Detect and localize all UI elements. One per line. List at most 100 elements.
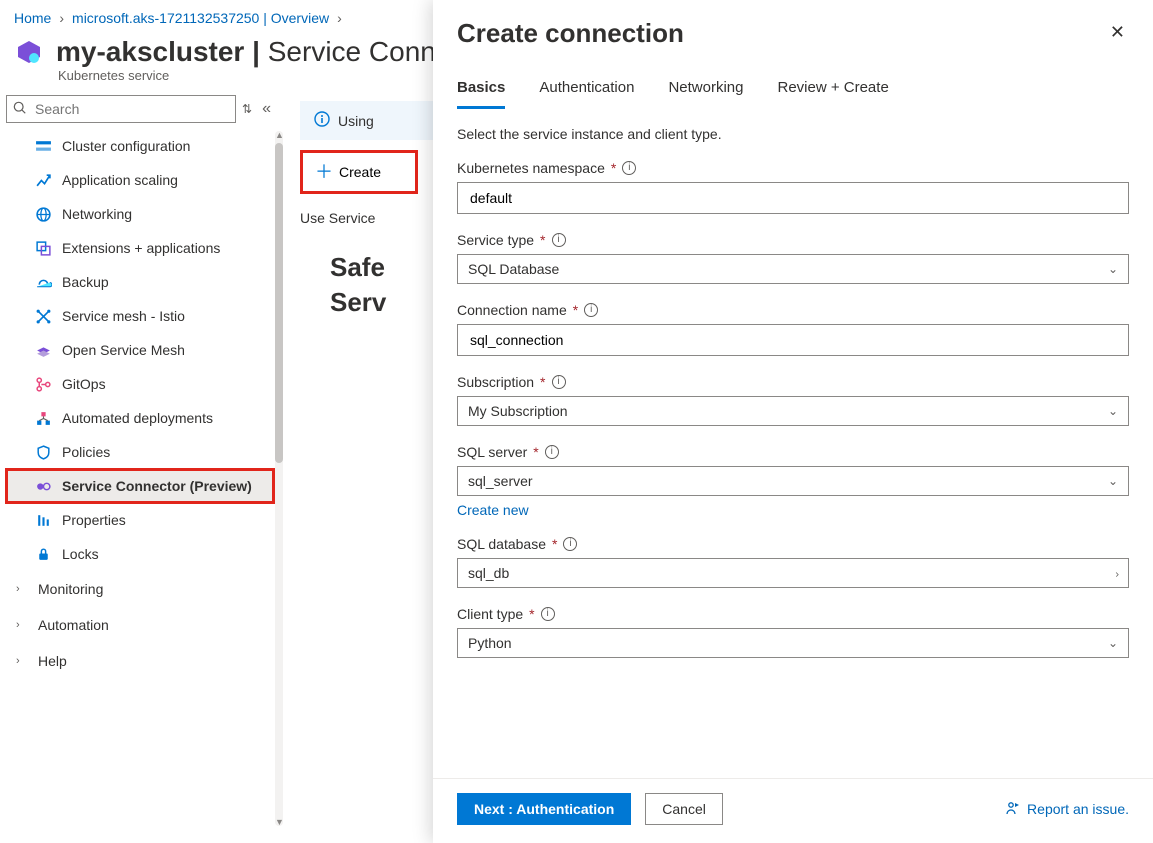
- label-kubernetes-namespace: Kubernetes namespace * i: [457, 160, 1129, 176]
- select-value: My Subscription: [468, 403, 568, 419]
- chevron-right-icon: ›: [59, 10, 64, 26]
- required-icon: *: [573, 302, 578, 318]
- sidebar-item-gitops[interactable]: GitOps: [6, 367, 274, 401]
- label-connection-name: Connection name * i: [457, 302, 1129, 318]
- field-sql-database: SQL database * i sql_db ⌟: [457, 536, 1129, 588]
- plus-icon: ＋: [315, 163, 333, 181]
- sidebar-section-automation[interactable]: › Automation: [6, 607, 274, 643]
- sidebar-item-label: Policies: [62, 444, 110, 461]
- next-authentication-button[interactable]: Next : Authentication: [457, 793, 631, 825]
- required-icon: *: [540, 374, 545, 390]
- select-sql-server[interactable]: sql_server ⌄: [457, 466, 1129, 496]
- sidebar-item-cluster-configuration[interactable]: Cluster configuration: [6, 129, 274, 163]
- info-icon[interactable]: i: [552, 233, 566, 247]
- chevron-right-icon: ›: [337, 10, 342, 26]
- collapse-sidebar-icon[interactable]: «: [258, 100, 275, 118]
- sidebar-item-networking[interactable]: Networking: [6, 197, 274, 231]
- sidebar-item-application-scaling[interactable]: Application scaling: [6, 163, 274, 197]
- sidebar-item-label: Service mesh - Istio: [62, 308, 185, 325]
- tab-authentication[interactable]: Authentication: [539, 71, 634, 109]
- create-new-sql-server-link[interactable]: Create new: [457, 502, 529, 518]
- create-button[interactable]: ＋ Create: [300, 150, 418, 194]
- sidebar-item-label: GitOps: [62, 376, 106, 393]
- chevron-right-icon: ›: [16, 619, 28, 631]
- sidebar-item-automated-deployments[interactable]: Automated deployments: [6, 401, 274, 435]
- sidebar-item-label: Locks: [62, 546, 99, 563]
- tab-review-create[interactable]: Review + Create: [777, 71, 888, 109]
- sidebar-item-backup[interactable]: Backup: [6, 265, 274, 299]
- sidebar-item-label: Application scaling: [62, 172, 178, 189]
- sidebar-item-label: Automated deployments: [62, 410, 213, 427]
- required-icon: *: [611, 160, 616, 176]
- report-issue-label: Report an issue.: [1027, 801, 1129, 817]
- info-icon[interactable]: i: [622, 161, 636, 175]
- cluster-config-icon: [34, 137, 52, 155]
- sidebar: ⇅ « Cluster configuration Application sc…: [0, 91, 280, 834]
- person-feedback-icon: [1005, 800, 1021, 819]
- sidebar-item-service-mesh-istio[interactable]: Service mesh - Istio: [6, 299, 274, 333]
- sidebar-section-help[interactable]: › Help: [6, 643, 274, 679]
- chevron-right-icon: ›: [16, 583, 28, 595]
- required-icon: *: [533, 444, 538, 460]
- field-kubernetes-namespace: Kubernetes namespace * i: [457, 160, 1129, 214]
- search-input[interactable]: [6, 95, 236, 123]
- sidebar-nav: Cluster configuration Application scalin…: [6, 129, 274, 571]
- chevron-down-icon: ⌄: [1108, 474, 1118, 488]
- sidebar-item-label: Open Service Mesh: [62, 342, 185, 359]
- label-client-type: Client type * i: [457, 606, 1129, 622]
- info-icon[interactable]: i: [563, 537, 577, 551]
- info-icon[interactable]: i: [552, 375, 566, 389]
- required-icon: *: [529, 606, 534, 622]
- chevron-down-icon: ⌄: [1108, 262, 1118, 276]
- required-icon: *: [540, 232, 545, 248]
- osm-icon: [34, 341, 52, 359]
- select-value: sql_server: [468, 473, 533, 489]
- sidebar-section-label: Help: [38, 653, 67, 669]
- select-client-type[interactable]: Python ⌄: [457, 628, 1129, 658]
- chevron-down-icon: ⌄: [1108, 636, 1118, 650]
- select-sql-database[interactable]: sql_db ⌟: [457, 558, 1129, 588]
- breadcrumb-resource[interactable]: microsoft.aks-1721132537250 | Overview: [72, 10, 329, 26]
- info-icon: [314, 111, 330, 130]
- report-issue-link[interactable]: Report an issue.: [1005, 800, 1129, 819]
- create-connection-blade: Create connection ✕ Basics Authenticatio…: [433, 0, 1153, 843]
- close-icon[interactable]: ✕: [1106, 18, 1129, 47]
- breadcrumb-home[interactable]: Home: [14, 10, 51, 26]
- gitops-icon: [34, 375, 52, 393]
- expand-icon[interactable]: ⇅: [242, 102, 252, 116]
- sidebar-item-label: Service Connector (Preview): [62, 478, 252, 495]
- sidebar-item-label: Backup: [62, 274, 109, 291]
- istio-icon: [34, 307, 52, 325]
- info-icon[interactable]: i: [584, 303, 598, 317]
- required-icon: *: [552, 536, 557, 552]
- info-icon[interactable]: i: [545, 445, 559, 459]
- cancel-button[interactable]: Cancel: [645, 793, 723, 825]
- select-value: Python: [468, 635, 512, 651]
- app-scaling-icon: [34, 171, 52, 189]
- select-service-type[interactable]: SQL Database ⌄: [457, 254, 1129, 284]
- select-subscription[interactable]: My Subscription ⌄: [457, 396, 1129, 426]
- chevron-down-icon: ⌄: [1108, 404, 1118, 418]
- chevron-down-icon: ⌟: [1110, 567, 1121, 578]
- sidebar-item-locks[interactable]: Locks: [6, 537, 274, 571]
- sidebar-item-extensions[interactable]: Extensions + applications: [6, 231, 274, 265]
- tab-networking[interactable]: Networking: [668, 71, 743, 109]
- blade-title: Create connection: [457, 18, 684, 49]
- info-icon[interactable]: i: [541, 607, 555, 621]
- sidebar-item-service-connector[interactable]: Service Connector (Preview): [6, 469, 274, 503]
- properties-icon: [34, 511, 52, 529]
- label-sql-database: SQL database * i: [457, 536, 1129, 552]
- sidebar-section-monitoring[interactable]: › Monitoring: [6, 571, 274, 607]
- label-service-type: Service type * i: [457, 232, 1129, 248]
- sidebar-item-properties[interactable]: Properties: [6, 503, 274, 537]
- create-button-label: Create: [339, 164, 381, 180]
- label-sql-server: SQL server * i: [457, 444, 1129, 460]
- page-title: my-akscluster | Service Connector: [56, 36, 498, 68]
- sidebar-section-label: Automation: [38, 617, 109, 633]
- input-connection-name[interactable]: [457, 324, 1129, 356]
- sidebar-item-policies[interactable]: Policies: [6, 435, 274, 469]
- blade-hint: Select the service instance and client t…: [457, 126, 1129, 142]
- input-kubernetes-namespace[interactable]: [457, 182, 1129, 214]
- tab-basics[interactable]: Basics: [457, 71, 505, 109]
- sidebar-item-open-service-mesh[interactable]: Open Service Mesh: [6, 333, 274, 367]
